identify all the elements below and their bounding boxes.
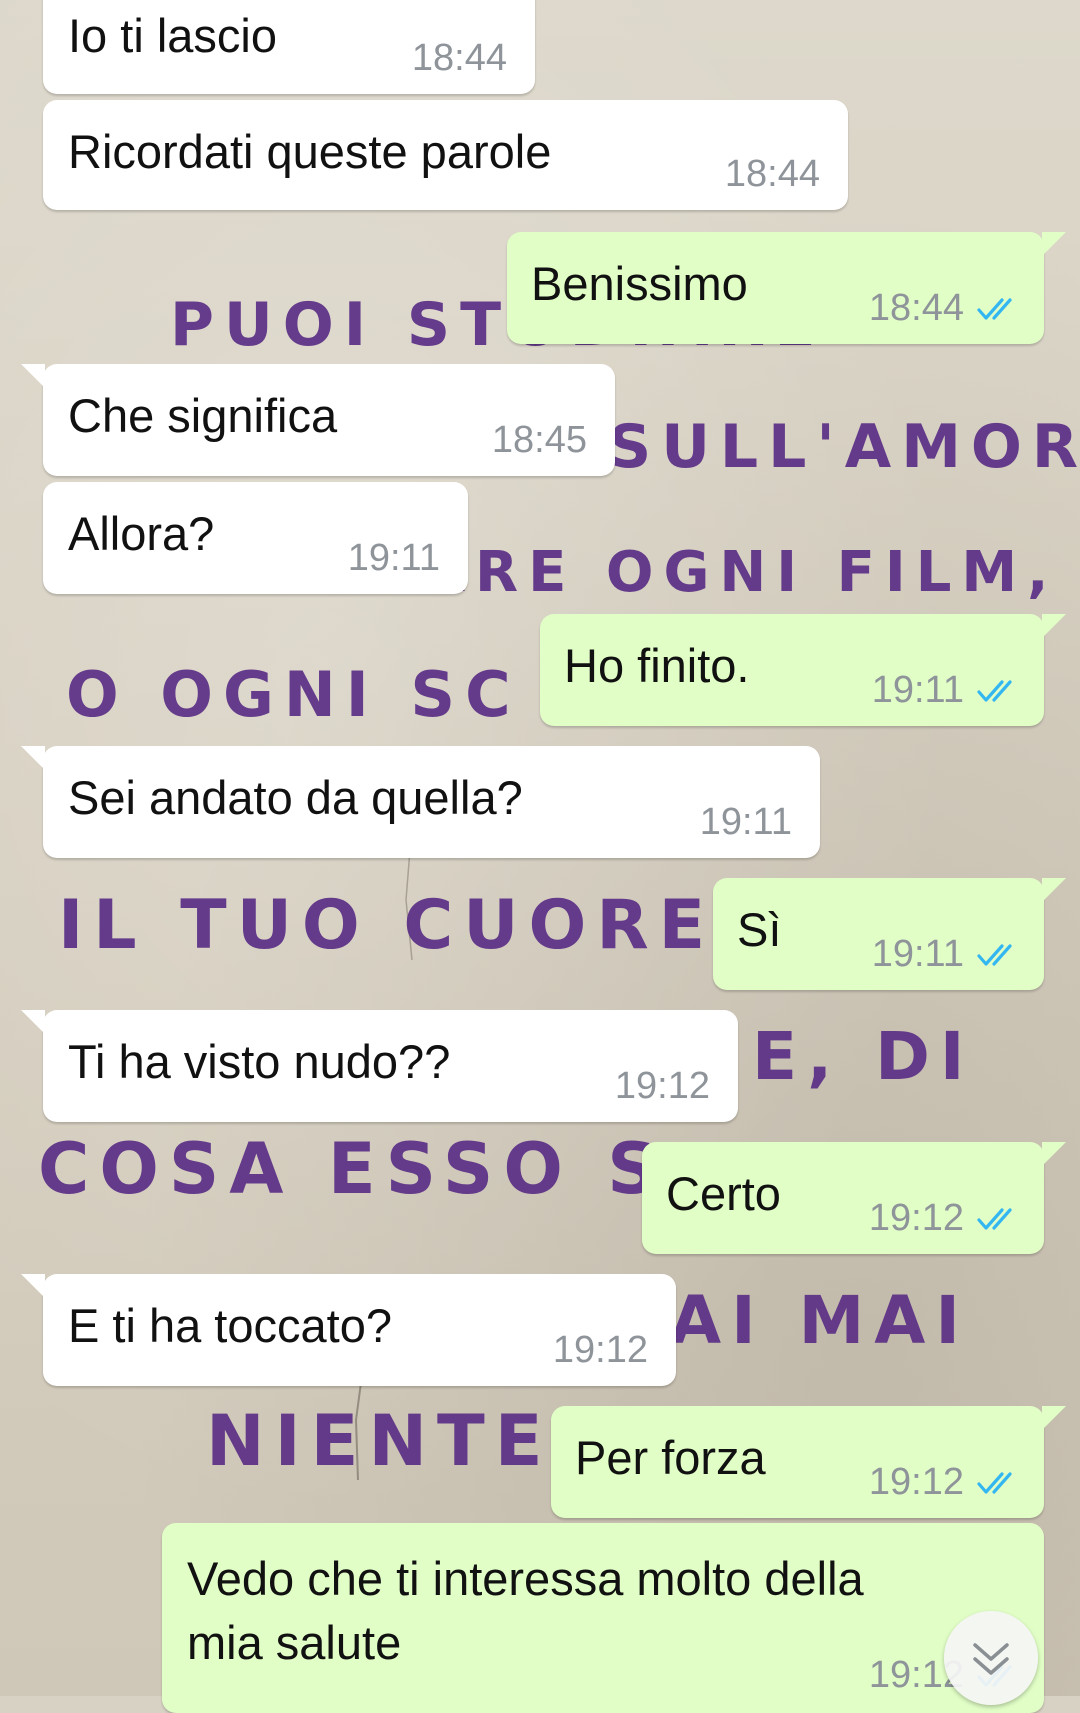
message-time: 18:44 (411, 37, 507, 79)
wallpaper-line: O OGNI SC (66, 658, 521, 731)
message-text: Certo (666, 1167, 781, 1220)
outgoing-message[interactable]: Sì 19:11 (713, 878, 1066, 990)
incoming-message[interactable]: Io ti lascio 18:44 (43, 0, 535, 94)
message-time: 18:45 (491, 419, 587, 461)
outgoing-message[interactable]: Certo 19:12 (642, 1142, 1066, 1254)
scroll-to-bottom-button[interactable] (944, 1611, 1038, 1705)
wallpaper-line: NIENTE (206, 1400, 553, 1482)
read-receipt-icon (976, 678, 1020, 704)
message-time: 18:44 (868, 287, 964, 329)
message-time: 19:12 (868, 1197, 964, 1239)
incoming-message[interactable]: Allora? 19:11 (43, 482, 468, 594)
read-receipt-icon (976, 1206, 1020, 1232)
message-time: 19:11 (871, 933, 964, 975)
wallpaper-line: IL TUO CUORE (58, 886, 716, 965)
message-text-line: Vedo che ti interessa molto della (187, 1552, 864, 1605)
message-time: 19:12 (614, 1065, 710, 1107)
outgoing-message[interactable]: Per forza 19:12 (551, 1406, 1066, 1518)
read-receipt-icon (976, 942, 1020, 968)
message-time: 18:44 (724, 153, 820, 195)
message-text: Per forza (575, 1431, 766, 1484)
message-text: Ho finito. (564, 639, 750, 692)
incoming-message[interactable]: E ti ha toccato? 19:12 (21, 1274, 676, 1386)
message-text-line: mia salute (187, 1616, 402, 1669)
message-text: Sì (737, 903, 782, 956)
wallpaper-line: E, DI (752, 1018, 975, 1095)
message-text: E ti ha toccato? (68, 1299, 392, 1352)
message-time: 19:11 (347, 537, 440, 579)
message-time: 19:12 (552, 1329, 648, 1371)
outgoing-message[interactable]: Vedo che ti interessa molto della mia sa… (162, 1523, 1044, 1713)
message-time: 19:11 (871, 669, 964, 711)
read-receipt-icon (976, 1470, 1020, 1496)
read-receipt-icon (976, 296, 1020, 322)
message-text: Allora? (68, 507, 215, 560)
wallpaper-line: COSA ESSO S (38, 1128, 668, 1210)
message-text: Sei andato da quella? (68, 771, 523, 824)
message-text: Ricordati queste parole (68, 125, 552, 178)
outgoing-message[interactable]: Benissimo 18:44 (507, 232, 1066, 344)
wallpaper-line: AI MAI (670, 1282, 970, 1359)
message-text: Io ti lascio (68, 9, 277, 62)
incoming-message[interactable]: Ricordati queste parole 18:44 (43, 100, 848, 210)
outgoing-message[interactable]: Ho finito. 19:11 (540, 614, 1066, 726)
message-text: Ti ha visto nudo?? (68, 1035, 451, 1088)
incoming-message[interactable]: Sei andato da quella? 19:11 (21, 746, 820, 858)
message-text: Benissimo (531, 257, 748, 310)
double-chevron-down-icon (973, 1643, 1009, 1675)
wallpaper-line: SULL'AMORE (608, 412, 1080, 482)
incoming-message[interactable]: Che significa 18:45 (21, 364, 615, 476)
message-time: 19:11 (699, 801, 792, 843)
incoming-message[interactable]: Ti ha visto nudo?? 19:12 (21, 1010, 738, 1122)
message-time: 19:12 (868, 1461, 964, 1503)
message-text: Che significa (68, 389, 338, 442)
